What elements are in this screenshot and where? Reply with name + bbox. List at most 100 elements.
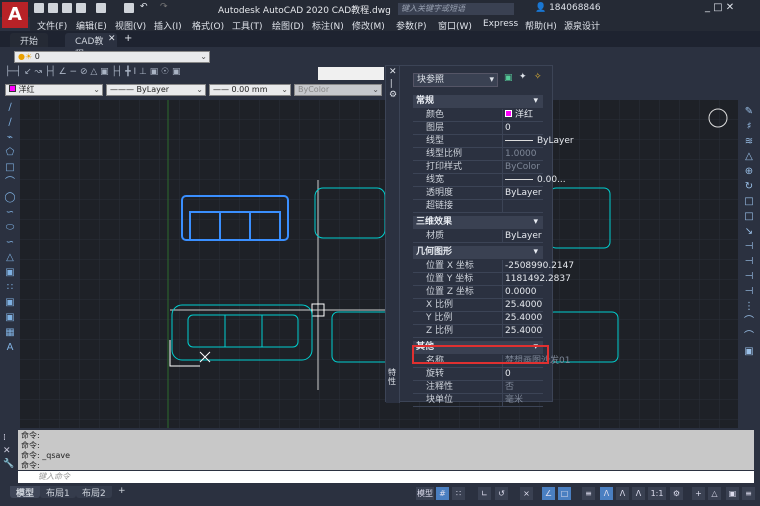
property-row[interactable]: 透明度 ByLayer — [413, 187, 543, 200]
section-header[interactable]: 三维效果 ▾ — [413, 216, 543, 229]
property-row[interactable]: X 比例 25.4000 — [413, 299, 543, 312]
chevron-down-icon: ▾ — [489, 75, 494, 85]
properties-palette: ✕ ∣ ⚙ 特性 块参照 ▾ ▣ ✦ ✧ 常规 ▾ 颜色 洋红 图层 0 线型 ByLayer 线… — [385, 65, 574, 407]
property-name: 旋转 — [426, 368, 503, 381]
collapse-icon[interactable]: ▾ — [533, 246, 538, 259]
tab-start[interactable]: 开始 — [10, 33, 49, 47]
app-logo[interactable]: A — [2, 2, 28, 28]
new-icon[interactable] — [34, 3, 44, 13]
command-input[interactable]: 键入命令 — [18, 471, 754, 483]
fullscreen-icon[interactable]: ▣ — [726, 487, 739, 500]
window-controls[interactable]: _ □ ✕ — [705, 2, 734, 13]
window-title: Autodesk AutoCAD 2020 CAD教程.dwg — [218, 6, 391, 16]
property-row[interactable]: 线型 ByLayer — [413, 135, 574, 148]
property-row[interactable]: 超链接 — [413, 200, 543, 213]
section-header[interactable]: 几何图形 ▾ — [413, 246, 543, 259]
property-name: 透明度 — [426, 187, 503, 200]
isolate-icon[interactable]: △ — [708, 487, 721, 500]
property-row[interactable]: 位置 Y 坐标 1181492.2837 — [413, 273, 571, 286]
property-row[interactable]: 块单位 毫米 — [413, 394, 543, 407]
dimension-toolbar[interactable]: ├─┤ ↙ ↝ ├┤ ∠ − ⊘ △ ▣ ├┤ ╋ I ⊥ ▣ ☉ ▣ — [5, 67, 315, 79]
layout-tab-2[interactable]: 布局2 — [76, 486, 112, 499]
lineweight-icon[interactable]: ≡ — [582, 487, 595, 500]
grid-icon[interactable]: # — [436, 487, 449, 500]
modify-toolbar[interactable]: ✎ ♯ ≋ △ ⊕ ↻ □ □ ↘ ⊣ ⊣ ⊣ ⊣ ⋮ ⌒ ⌒ ▣ — [738, 100, 760, 428]
section-header[interactable]: 常规 ▾ — [413, 95, 543, 108]
autohide-icon[interactable]: ∣ — [389, 79, 394, 89]
select-objects-icon[interactable]: ✦ — [519, 72, 527, 82]
dimstyle-input[interactable] — [318, 67, 384, 80]
snap-icon[interactable]: ∷ — [452, 487, 465, 500]
property-row[interactable]: 旋转 0 — [413, 368, 543, 381]
lineweight-combo[interactable]: —— 0.00 mm ⌄ — [209, 84, 291, 96]
drawing-canvas[interactable] — [20, 100, 738, 428]
history-line: 命令: — [21, 431, 40, 440]
property-row[interactable]: 颜色 洋红 — [413, 109, 543, 122]
undo-icon[interactable]: ↶ — [140, 2, 148, 12]
annotation-scale-icon[interactable]: Λ — [632, 487, 645, 500]
close-palette-icon[interactable]: ✕ — [389, 67, 397, 77]
property-name: Z 比例 — [426, 325, 503, 338]
scale-button[interactable]: 1:1 — [648, 487, 666, 500]
draw-toolbar[interactable]: ∕ ∕ ⌁ ⬠ □ ⌒ ◯ ∽ ⬭ ∽ △ ▣ ∷ ▣ ▣ ▦ A — [0, 100, 20, 428]
property-name: 打印样式 — [426, 161, 503, 174]
annotation-monitor-icon[interactable]: + — [692, 487, 705, 500]
property-row[interactable]: 线型比例 1.0000 — [413, 148, 543, 161]
toggle-pickadd-icon[interactable]: ▣ — [504, 73, 513, 83]
property-row[interactable]: 线宽 0.00... — [413, 174, 566, 187]
quick-select-icon[interactable]: ✧ — [534, 72, 542, 82]
property-value-text: ByLayer — [505, 231, 542, 241]
property-name: 超链接 — [426, 200, 503, 213]
redo-icon[interactable]: ↷ — [160, 2, 168, 12]
collapse-icon[interactable]: ▾ — [533, 216, 538, 229]
property-value: ByLayer — [505, 135, 574, 148]
ortho-icon[interactable]: ∟ — [478, 487, 491, 500]
layout-tab-1[interactable]: 布局1 — [40, 486, 76, 499]
auto-scale-icon[interactable]: Λ — [616, 487, 629, 500]
search-input[interactable]: 键入关键字或短语 — [398, 3, 514, 15]
property-value: 25.4000 — [505, 325, 542, 338]
layer-combo[interactable]: ●☀ 0 ⌄ — [14, 51, 210, 63]
menu-express[interactable]: Express — [483, 19, 518, 29]
saveas-icon[interactable] — [76, 3, 86, 13]
palette-settings-icon[interactable]: ⚙ — [389, 90, 397, 100]
tab-label: 开始 — [20, 37, 39, 47]
layout-tab-model[interactable]: 模型 — [10, 486, 41, 499]
add-layout-button[interactable]: + — [112, 486, 132, 498]
new-tab-icon[interactable]: + — [124, 33, 132, 44]
osnap-tracking-icon[interactable]: ∠ — [542, 487, 555, 500]
command-line-controls[interactable]: ⁞ ✕ 🔧 — [3, 432, 14, 471]
property-value-text: 25.4000 — [505, 300, 543, 310]
workspace-gear-icon[interactable]: ⚙ — [670, 487, 683, 500]
property-row[interactable]: 材质 ByLayer — [413, 230, 543, 243]
property-row[interactable]: Z 比例 25.4000 — [413, 325, 543, 338]
plotstyle-combo[interactable]: ByColor ⌄ — [294, 84, 382, 96]
isodraft-icon[interactable]: ⨯ — [520, 487, 533, 500]
property-value-text: 0 — [505, 123, 511, 133]
property-row[interactable]: 位置 X 坐标 -2508990.2147 — [413, 260, 574, 273]
linetype-combo[interactable]: ——— ByLayer ⌄ — [106, 84, 206, 96]
property-row[interactable]: Y 比例 25.4000 — [413, 312, 543, 325]
property-row[interactable]: 位置 Z 坐标 0.0000 — [413, 286, 543, 299]
save-icon[interactable] — [62, 3, 72, 13]
osnap-icon[interactable]: □ — [558, 487, 571, 500]
object-type-select[interactable]: 块参照 ▾ — [413, 73, 498, 87]
user-account[interactable]: 👤 184068846 — [535, 3, 601, 13]
property-row[interactable]: 打印样式 ByColor — [413, 161, 543, 174]
polar-icon[interactable]: ↺ — [495, 487, 508, 500]
print-icon[interactable] — [124, 3, 134, 13]
close-tab-icon[interactable]: ✕ — [108, 34, 116, 44]
plot-icon[interactable] — [96, 3, 106, 13]
model-space-button[interactable]: 模型 — [416, 487, 434, 500]
menu-bar: 文件(F) 编辑(E) 视图(V) 插入(I) 格式(O) 工具(T) 绘图(D… — [30, 17, 760, 32]
open-icon[interactable] — [48, 3, 58, 13]
annotation-visibility-icon[interactable]: Λ — [600, 487, 613, 500]
color-combo[interactable]: 洋红 ⌄ — [5, 84, 103, 96]
collapse-icon[interactable]: ▾ — [533, 95, 538, 108]
property-row[interactable]: 图层 0 — [413, 122, 543, 135]
property-row[interactable]: 注释性否 — [413, 381, 543, 394]
property-value: -2508990.2147 — [505, 260, 574, 273]
customize-menu-icon[interactable]: ≡ — [742, 487, 755, 500]
color-value: 洋红 — [18, 85, 35, 94]
status-bar: 模型 布局1 布局2 + 模型 # ∷ ∟ ↺ ⨯ ∠ □ ≡ Λ Λ Λ 1:… — [0, 484, 760, 506]
